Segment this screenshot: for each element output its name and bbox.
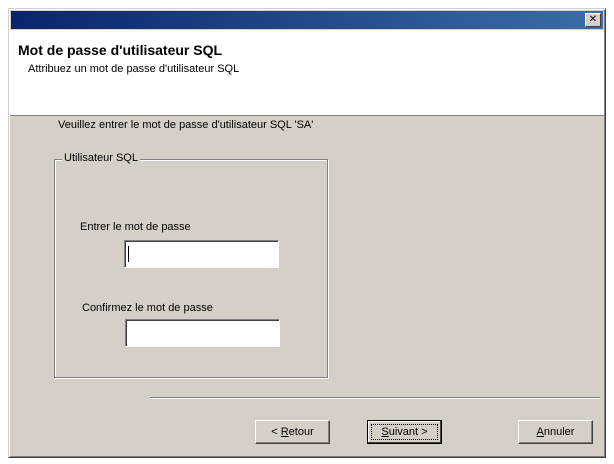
back-button-mnemonic: R xyxy=(280,426,289,438)
wizard-header: Mot de passe d'utilisateur SQL Attribuez… xyxy=(10,30,604,116)
cancel-button[interactable]: Annuler xyxy=(518,420,593,444)
groupbox-label: Utilisateur SQL xyxy=(62,152,140,164)
button-separator xyxy=(150,397,600,399)
cancel-button-mnemonic: A xyxy=(536,426,544,438)
confirm-password-input[interactable] xyxy=(125,319,280,347)
page-subtitle: Attribuez un mot de passe d'utilisateur … xyxy=(28,63,240,75)
instruction-text: Veuillez entrer le mot de passe d'utilis… xyxy=(58,119,314,131)
back-button-label: etour xyxy=(288,426,314,438)
next-button[interactable]: Suivant > xyxy=(367,420,442,444)
title-bar[interactable]: ✕ xyxy=(11,11,603,29)
cancel-button-label: nnuler xyxy=(543,426,575,438)
password-input[interactable] xyxy=(124,240,279,268)
close-icon: ✕ xyxy=(588,14,598,25)
password-label: Entrer le mot de passe xyxy=(80,221,191,233)
back-button-prefix: < xyxy=(271,426,281,438)
close-button[interactable]: ✕ xyxy=(585,13,601,27)
page-title: Mot de passe d'utilisateur SQL xyxy=(18,42,223,58)
focus-rectangle xyxy=(371,424,438,440)
confirm-password-label: Confirmez le mot de passe xyxy=(82,302,213,314)
back-button[interactable]: < Retour xyxy=(255,420,330,444)
text-caret xyxy=(128,246,129,262)
